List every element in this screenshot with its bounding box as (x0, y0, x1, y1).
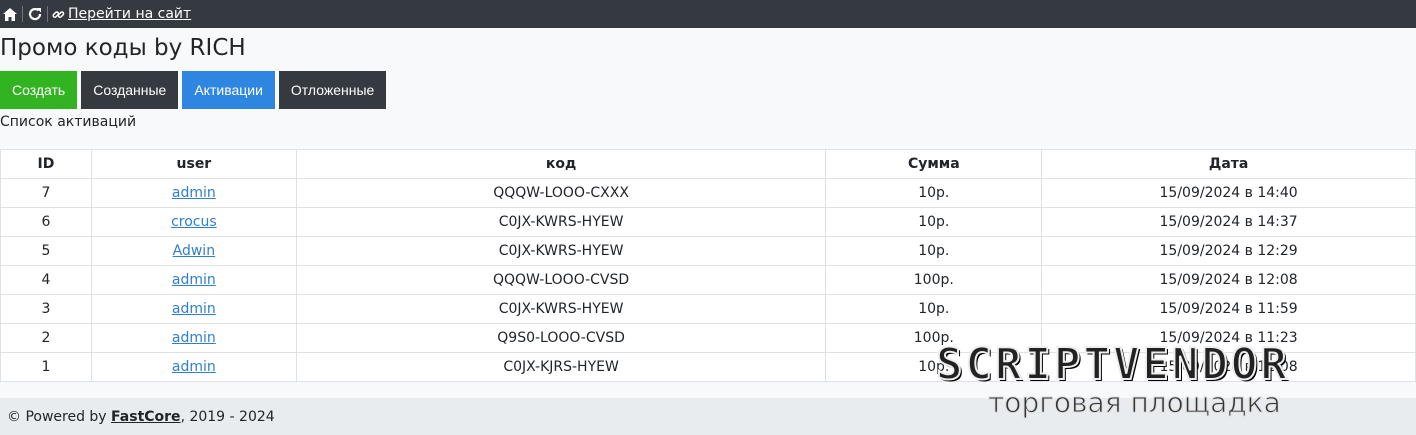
cell-date: 15/09/2024 в 12:08 (1041, 265, 1416, 295)
section-subtitle: Список активаций (0, 114, 137, 130)
cell-code: QQQW-LOOO-CVSD (295, 265, 827, 295)
cell-sum: 10р. (825, 178, 1043, 208)
table-row: 4 admin QQQW-LOOO-CVSD 100р. 15/09/2024 … (0, 265, 1416, 295)
table-row: 1 admin C0JX-KJRS-HYEW 10р. 15/09/2024 в… (0, 352, 1416, 382)
cell-user: admin (90, 178, 297, 208)
cell-code: Q9S0-LOOO-CVSD (295, 323, 827, 353)
top-navbar: Перейти на сайт (0, 0, 1416, 28)
user-link[interactable]: Adwin (173, 243, 215, 259)
cell-code: C0JX-KWRS-HYEW (295, 294, 827, 324)
cell-sum: 100р. (825, 323, 1043, 353)
cell-id: 3 (0, 294, 92, 324)
action-tabs: Создать Созданные Активации Отложенные (0, 71, 1416, 109)
cell-id: 5 (0, 236, 92, 266)
footer-prefix: © Powered by (7, 408, 107, 425)
footer: © Powered by FastCore, 2019 - 2024 (0, 398, 1416, 435)
tab-create[interactable]: Создать (0, 71, 78, 109)
user-link[interactable]: admin (172, 330, 216, 346)
cell-code: C0JX-KWRS-HYEW (295, 236, 827, 266)
cell-date: 15/09/2024 в 11:08 (1041, 352, 1416, 382)
column-header-user: user (90, 149, 297, 179)
cell-code: C0JX-KJRS-HYEW (295, 352, 827, 382)
user-link[interactable]: crocus (171, 214, 217, 230)
column-header-date: Дата (1041, 149, 1416, 179)
home-button[interactable] (0, 0, 20, 28)
cell-sum: 10р. (825, 352, 1043, 382)
cell-sum: 10р. (825, 294, 1043, 324)
cell-id: 1 (0, 352, 92, 382)
cell-sum: 100р. (825, 265, 1043, 295)
user-link[interactable]: admin (172, 301, 216, 317)
user-link[interactable]: admin (172, 272, 216, 288)
cell-id: 2 (0, 323, 92, 353)
cell-date: 15/09/2024 в 11:23 (1041, 323, 1416, 353)
cell-user: admin (90, 294, 297, 324)
tab-deferred[interactable]: Отложенные (278, 71, 387, 109)
link-icon (52, 10, 65, 18)
column-header-id: ID (0, 149, 92, 179)
table-row: 5 Adwin C0JX-KWRS-HYEW 10р. 15/09/2024 в… (0, 236, 1416, 266)
footer-suffix: , 2019 - 2024 (180, 408, 275, 425)
go-to-site-link[interactable]: Перейти на сайт (50, 6, 191, 22)
table-row: 3 admin C0JX-KWRS-HYEW 10р. 15/09/2024 в… (0, 294, 1416, 324)
tab-created[interactable]: Созданные (81, 71, 179, 109)
table-row: 7 admin QQQW-LOOO-CXXX 10р. 15/09/2024 в… (0, 178, 1416, 208)
cell-code: C0JX-KWRS-HYEW (295, 207, 827, 237)
table-header-row: ID user код Сумма Дата (0, 149, 1416, 179)
user-link[interactable]: admin (172, 185, 216, 201)
column-header-sum: Сумма (825, 149, 1043, 179)
cell-user: admin (90, 323, 297, 353)
tab-activations[interactable]: Активации (182, 71, 275, 109)
activations-table: ID user код Сумма Дата 7 admin QQQW-LOOO… (0, 149, 1416, 382)
refresh-icon (28, 7, 42, 21)
page-title: Промо коды by RICH (0, 35, 246, 61)
divider (22, 6, 23, 22)
cell-id: 7 (0, 178, 92, 208)
footer-brand-link[interactable]: FastCore (111, 409, 181, 425)
cell-date: 15/09/2024 в 14:40 (1041, 178, 1416, 208)
cell-id: 6 (0, 207, 92, 237)
divider (47, 6, 48, 22)
cell-user: crocus (90, 207, 297, 237)
cell-date: 15/09/2024 в 12:29 (1041, 236, 1416, 266)
cell-user: admin (90, 352, 297, 382)
go-to-site-label: Перейти на сайт (68, 6, 192, 22)
table-row: 2 admin Q9S0-LOOO-CVSD 100р. 15/09/2024 … (0, 323, 1416, 353)
user-link[interactable]: admin (172, 359, 216, 375)
cell-user: admin (90, 265, 297, 295)
cell-sum: 10р. (825, 236, 1043, 266)
cell-code: QQQW-LOOO-CXXX (295, 178, 827, 208)
cell-id: 4 (0, 265, 92, 295)
table-row: 6 crocus C0JX-KWRS-HYEW 10р. 15/09/2024 … (0, 207, 1416, 237)
column-header-code: код (295, 149, 827, 179)
home-icon (3, 7, 17, 21)
refresh-button[interactable] (25, 0, 45, 28)
cell-sum: 10р. (825, 207, 1043, 237)
cell-user: Adwin (90, 236, 297, 266)
cell-date: 15/09/2024 в 11:59 (1041, 294, 1416, 324)
cell-date: 15/09/2024 в 14:37 (1041, 207, 1416, 237)
